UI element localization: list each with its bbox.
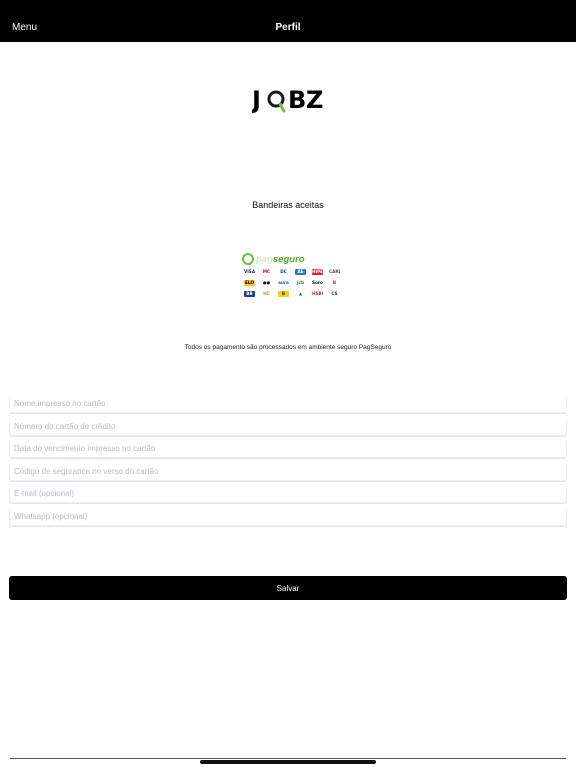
payment-form (9, 395, 567, 530)
nav-bar: Menu Perfil (0, 0, 576, 42)
card-brand-icon: CS (329, 291, 340, 297)
card-brand-icon: aura (278, 280, 289, 286)
home-indicator[interactable] (200, 760, 376, 764)
card-brand-icon: Sorocred (312, 280, 323, 286)
pagseguro-badge: pagseguro VISA MC DC AE HIPER CARD ELO ●● aurajc… (242, 252, 340, 304)
card-brands-grid: VISA MC DC AE HIPER CARD ELO ●● aurajcb Sorocred B… (242, 269, 340, 297)
whatsapp-input[interactable] (9, 507, 567, 526)
card-brand-icon: VISA (244, 269, 255, 275)
card-number-input[interactable] (9, 417, 567, 436)
card-brand-icon: B (329, 280, 340, 286)
card-brand-icon: B (278, 291, 289, 297)
card-brand-icon: ●● (261, 280, 272, 286)
email-input[interactable] (9, 485, 567, 503)
card-brand-icon: CARD (329, 269, 340, 275)
magnifier-icon (267, 90, 286, 113)
pagseguro-wordmark: pagseguro (256, 253, 305, 265)
page-title: Perfil (275, 22, 301, 33)
brands-title: Bandeiras aceitas (252, 200, 324, 210)
secure-payment-note: Todos os pagamento são processados em am… (184, 344, 392, 351)
card-brand-icon: DC (278, 269, 289, 275)
logo-letter-j: J (252, 86, 262, 114)
card-brand-icon: jcb (295, 280, 306, 286)
card-cvv-input[interactable] (9, 462, 567, 481)
card-brand-icon: HC (261, 291, 272, 297)
logo-letter-b: B (288, 86, 307, 114)
logo-letter-z: Z (306, 86, 324, 114)
card-brand-icon: MC (261, 269, 272, 275)
card-expiry-input[interactable] (9, 440, 567, 458)
card-brand-icon: AE (295, 269, 306, 275)
card-brand-icon: HSBC (312, 291, 323, 297)
jobz-logo: J B Z (250, 86, 326, 118)
card-name-input[interactable] (9, 395, 567, 413)
card-brand-icon: BB (244, 291, 255, 297)
divider (10, 758, 566, 759)
card-brand-icon: ▲ (295, 291, 306, 297)
card-brand-icon: HIPER (312, 269, 323, 275)
pagseguro-icon (242, 253, 254, 265)
save-button[interactable]: Salvar (9, 576, 567, 600)
card-brand-icon: ELO (244, 280, 255, 286)
